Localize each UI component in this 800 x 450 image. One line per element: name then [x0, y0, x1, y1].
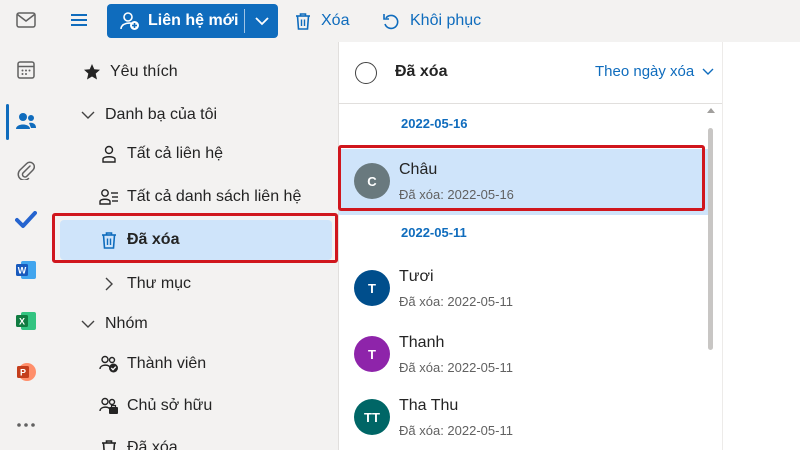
add-person-icon — [120, 12, 139, 30]
excel-app-button[interactable]: X — [0, 301, 52, 341]
chevron-down-icon — [702, 68, 714, 75]
word-icon: W — [16, 261, 36, 279]
owner-icon — [99, 396, 119, 416]
folder-folder[interactable]: Thư mục — [52, 264, 338, 304]
paperclip-icon — [17, 161, 35, 180]
delete-button[interactable]: Xóa — [295, 0, 349, 42]
highlight-box-selected-contact — [338, 145, 705, 211]
reading-pane — [722, 42, 800, 450]
folder-all-contact-lists-label: Tất cả danh sách liên hệ — [127, 188, 302, 205]
chevron-right-icon — [99, 274, 119, 294]
folder-owners[interactable]: Chủ sở hữu — [52, 386, 338, 426]
contact-row[interactable]: T Tươi Đã xóa: 2022-05-11 — [339, 256, 709, 322]
calendar-app-button[interactable] — [0, 50, 52, 90]
contact-name: Thanh — [399, 334, 445, 351]
group-date-header: 2022-05-11 — [401, 225, 467, 240]
folder-favorites-label: Yêu thích — [110, 63, 178, 80]
avatar: T — [354, 270, 390, 306]
folder-my-contacts-label: Danh bạ của tôi — [105, 106, 218, 123]
todo-app-button[interactable] — [0, 200, 52, 240]
mail-app-button[interactable] — [0, 0, 52, 40]
new-contact-main-button[interactable]: Liên hệ mới — [107, 4, 244, 38]
folder-all-contacts[interactable]: Tất cả liên hệ — [52, 134, 338, 174]
calendar-icon — [17, 61, 35, 79]
list-header: Đã xóa Theo ngày xóa — [339, 42, 723, 104]
trash-icon — [99, 438, 119, 450]
contact-deleted-date: Đã xóa: 2022-05-11 — [399, 294, 513, 309]
folder-groups[interactable]: Nhóm — [52, 304, 338, 344]
contact-row[interactable]: TT Tha Thu Đã xóa: 2022-05-11 — [339, 385, 709, 450]
hamburger-menu-icon[interactable] — [69, 11, 89, 31]
svg-text:W: W — [18, 266, 27, 276]
star-icon — [82, 62, 102, 82]
word-app-button[interactable]: W — [0, 250, 52, 290]
highlight-box-deleted-folder — [52, 213, 338, 263]
trash-icon — [296, 13, 310, 30]
folder-members[interactable]: Thành viên — [52, 344, 338, 384]
folder-favorites[interactable]: Yêu thích — [52, 52, 338, 92]
more-apps-button[interactable] — [0, 405, 52, 445]
avatar: T — [354, 336, 390, 372]
command-bar: Liên hệ mới Xóa Khôi phục — [52, 0, 800, 42]
folder-groups-deleted[interactable]: Đã xóa — [52, 428, 338, 450]
member-icon — [99, 354, 119, 374]
chevron-down-icon — [254, 16, 269, 25]
new-contact-label: Liên hệ mới — [148, 12, 239, 29]
scrollbar-thumb[interactable] — [708, 128, 713, 350]
new-contact-button[interactable]: Liên hệ mới — [107, 4, 278, 38]
select-all-checkbox[interactable] — [355, 62, 377, 84]
new-contact-dropdown[interactable] — [245, 4, 278, 38]
contact-name: Tha Thu — [399, 397, 459, 414]
folder-all-contact-lists[interactable]: Tất cả danh sách liên hệ — [52, 177, 338, 217]
powerpoint-app-button[interactable]: P — [0, 352, 52, 392]
folder-my-contacts[interactable]: Danh bạ của tôi — [52, 95, 338, 135]
todo-check-icon — [15, 211, 37, 228]
folder-members-label: Thành viên — [127, 355, 207, 372]
folder-groups-label: Nhóm — [105, 315, 148, 332]
folder-groups-deleted-label: Đã xóa — [127, 439, 178, 450]
more-icon — [17, 423, 35, 427]
files-app-button[interactable] — [0, 150, 52, 190]
contact-list-pane: Đã xóa Theo ngày xóa 2022-05-16 C Châu Đ… — [338, 42, 723, 450]
restore-button[interactable]: Khôi phục — [382, 0, 481, 42]
people-app-button[interactable] — [0, 101, 52, 141]
chevron-down-icon — [78, 314, 98, 334]
contact-list-icon — [99, 187, 119, 207]
contact-deleted-date: Đã xóa: 2022-05-11 — [399, 423, 513, 438]
sort-label: Theo ngày xóa — [595, 63, 695, 80]
avatar: TT — [354, 399, 390, 435]
person-icon — [99, 144, 119, 164]
app-rail: W X P — [0, 0, 52, 450]
chevron-down-icon — [78, 105, 98, 125]
restore-label: Khôi phục — [410, 12, 482, 29]
svg-text:X: X — [19, 317, 25, 327]
mail-icon — [16, 12, 36, 28]
excel-icon: X — [16, 312, 36, 330]
people-icon — [16, 113, 36, 129]
contact-deleted-date: Đã xóa: 2022-05-11 — [399, 360, 513, 375]
delete-label: Xóa — [321, 12, 350, 29]
group-date-header: 2022-05-16 — [401, 116, 468, 131]
undo-icon — [383, 14, 399, 30]
folder-folder-label: Thư mục — [127, 275, 192, 292]
contact-row[interactable]: T Thanh Đã xóa: 2022-05-11 — [339, 322, 709, 388]
powerpoint-icon: P — [17, 363, 36, 381]
contact-name: Tươi — [399, 268, 434, 285]
sort-dropdown[interactable]: Theo ngày xóa — [595, 63, 714, 80]
folder-all-contacts-label: Tất cả liên hệ — [127, 145, 224, 162]
svg-text:P: P — [20, 368, 26, 378]
list-title: Đã xóa — [395, 63, 448, 80]
scroll-up-arrow[interactable] — [707, 108, 715, 113]
folder-owners-label: Chủ sở hữu — [127, 397, 213, 414]
